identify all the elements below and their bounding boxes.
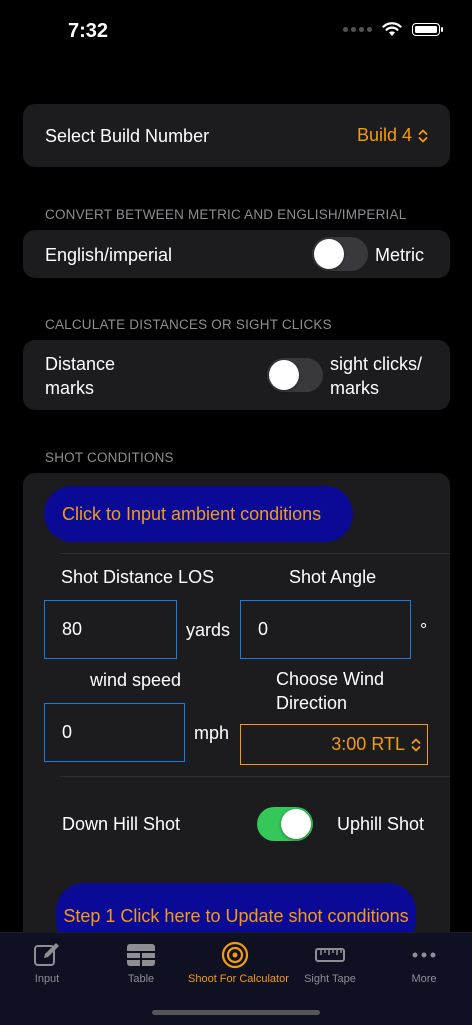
units-row: English/imperial Metric — [23, 230, 450, 278]
mode-left-label: Distance marks — [45, 354, 116, 398]
status-bar: 7:32 — [0, 0, 472, 64]
uphill-label: Uphill Shot — [337, 814, 425, 834]
distance-unit-label: yards — [186, 620, 231, 640]
shot-section-header: SHOT CONDITIONS — [45, 450, 174, 465]
status-icons — [343, 22, 443, 37]
battery-icon — [412, 23, 443, 36]
chevron-updown-icon — [418, 129, 428, 142]
wind-speed-input[interactable]: 0 — [44, 703, 185, 762]
units-toggle[interactable] — [312, 237, 368, 271]
angle-unit-label: ° — [420, 620, 428, 640]
uphill-toggle[interactable] — [257, 807, 313, 841]
mode-row: Distance marks sight clicks/ marks — [23, 340, 450, 410]
shot-distance-input[interactable]: 80 — [44, 600, 177, 659]
home-indicator — [152, 1010, 320, 1015]
shot-distance-label: Shot Distance LOS — [61, 567, 215, 587]
tab-input-label: Input — [34, 973, 60, 985]
target-icon — [221, 941, 249, 969]
divider — [60, 553, 450, 554]
chevron-updown-icon — [411, 738, 421, 751]
build-row[interactable]: Select Build Number Build 4 — [23, 104, 450, 167]
tab-more-label: More — [411, 973, 437, 985]
wifi-icon — [382, 22, 402, 36]
wind-direction-picker[interactable]: 3:00 RTL — [240, 724, 428, 765]
units-left-label: English/imperial — [45, 245, 173, 265]
cellular-signal-icon — [343, 27, 372, 32]
ruler-icon — [315, 948, 345, 962]
mode-toggle[interactable] — [267, 358, 323, 392]
ambient-conditions-button[interactable]: Click to Input ambient conditions — [44, 486, 353, 542]
units-right-label: Metric — [375, 245, 424, 265]
build-label: Select Build Number — [45, 126, 210, 146]
downhill-label: Down Hill Shot — [62, 814, 181, 834]
mode-section-header: CALCULATE DISTANCES OR SIGHT CLICKS — [45, 317, 332, 332]
wind-direction-value: 3:00 RTL — [331, 734, 405, 754]
wind-unit-label: mph — [194, 723, 230, 743]
mode-right-label: sight clicks/ marks — [330, 354, 423, 398]
wind-speed-label: wind speed — [90, 670, 182, 690]
table-icon — [127, 944, 155, 966]
units-section-header: CONVERT BETWEEN METRIC AND ENGLISH/IMPER… — [45, 207, 407, 222]
edit-icon — [34, 943, 59, 966]
wind-direction-label: Choose Wind Direction — [276, 669, 385, 713]
tab-shoot-label: Shoot For Calculator — [188, 973, 289, 985]
tab-sight-tape-label: Sight Tape — [304, 973, 356, 985]
shot-angle-input[interactable]: 0 — [240, 600, 411, 659]
build-value: Build 4 — [356, 125, 412, 145]
build-picker[interactable]: Build 4 — [357, 125, 428, 146]
divider — [60, 776, 450, 777]
status-time: 7:32 — [68, 20, 109, 42]
tab-table-label: Table — [127, 973, 155, 985]
shot-angle-label: Shot Angle — [289, 567, 377, 587]
more-icon — [412, 952, 436, 958]
